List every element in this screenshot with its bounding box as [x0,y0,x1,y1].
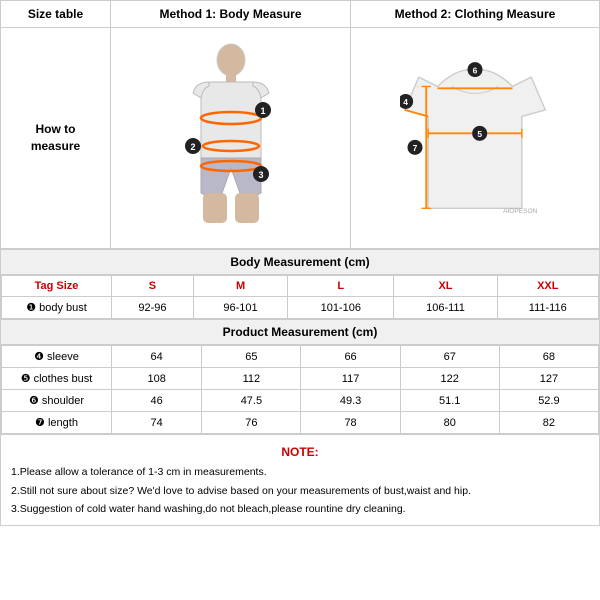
body-figure-svg: 1 2 3 [171,38,291,238]
row-value: 64 [112,346,202,368]
col-xl-header: XL [394,276,497,297]
tag-size-label: Tag Size [2,276,112,297]
row-value: 106-111 [394,297,497,319]
table-row: ❶ body bust92-9696-101101-106106-111111-… [2,297,599,319]
row-value: 66 [301,346,400,368]
svg-text:4: 4 [403,97,408,107]
col-m-header: M [193,276,287,297]
row-value: 101-106 [288,297,394,319]
row-value: 76 [202,412,301,434]
row-value: 67 [400,346,499,368]
svg-text:AIOPESON: AIOPESON [503,208,537,215]
shirt-figure-svg: 4 5 6 7 AIOPESON [400,48,550,228]
table-row: ❺ clothes bust108112117122127 [2,368,599,390]
table-row: ❼ length7476788082 [2,412,599,434]
col-l-header: L [288,276,394,297]
table-row: ❹ sleeve6465666768 [2,346,599,368]
how-to-measure-cell: How to measure [1,28,111,248]
row-value: 111-116 [497,297,598,319]
row-value: 108 [112,368,202,390]
svg-text:2: 2 [190,142,195,152]
row-value: 52.9 [499,390,598,412]
note-header: NOTE: [11,441,589,463]
svg-text:3: 3 [258,170,263,180]
row-label: ❺ clothes bust [2,368,112,390]
svg-text:5: 5 [477,129,482,139]
svg-text:6: 6 [473,65,478,75]
row-value: 78 [301,412,400,434]
row-value: 68 [499,346,598,368]
notes-list: 1.Please allow a tolerance of 1-3 cm in … [11,463,589,519]
table-row: ❻ shoulder4647.549.351.152.9 [2,390,599,412]
size-table-header: Size table [1,1,111,27]
method2-header: Method 2: Clothing Measure [351,1,599,27]
note-item: 3.Suggestion of cold water hand washing,… [11,500,589,519]
row-value: 74 [112,412,202,434]
row-value: 51.1 [400,390,499,412]
method1-header: Method 1: Body Measure [111,1,351,27]
svg-text:1: 1 [260,106,265,116]
row-value: 112 [202,368,301,390]
product-measurement-table: ❹ sleeve6465666768❺ clothes bust10811211… [1,345,599,434]
row-value: 92-96 [112,297,194,319]
note-item: 1.Please allow a tolerance of 1-3 cm in … [11,463,589,482]
row-value: 117 [301,368,400,390]
notes-section: NOTE: 1.Please allow a tolerance of 1-3 … [1,434,599,525]
row-value: 96-101 [193,297,287,319]
row-value: 80 [400,412,499,434]
header-row: Size table Method 1: Body Measure Method… [1,1,599,28]
row-value: 122 [400,368,499,390]
row-value: 46 [112,390,202,412]
product-measurement-header: Product Measurement (cm) [1,319,599,345]
row-value: 47.5 [202,390,301,412]
row-value: 82 [499,412,598,434]
col-xxl-header: XXL [497,276,598,297]
row-value: 127 [499,368,598,390]
row-label: ❻ shoulder [2,390,112,412]
svg-text:7: 7 [413,143,418,153]
row-label: ❶ body bust [2,297,112,319]
row-label: ❼ length [2,412,112,434]
method1-illustration: 1 2 3 [111,28,351,248]
method2-illustration: 4 5 6 7 AIOPESON [351,28,599,248]
note-item: 2.Still not sure about size? We'd love t… [11,482,589,501]
body-measurement-header: Body Measurement (cm) [1,249,599,275]
body-measurement-table: Tag Size S M L XL XXL ❶ body bust92-9696… [1,275,599,319]
row-label: ❹ sleeve [2,346,112,368]
tag-size-row: Tag Size S M L XL XXL [2,276,599,297]
col-s-header: S [112,276,194,297]
row-value: 65 [202,346,301,368]
main-container: Size table Method 1: Body Measure Method… [0,0,600,526]
illustration-row: How to measure [1,28,599,249]
row-value: 49.3 [301,390,400,412]
